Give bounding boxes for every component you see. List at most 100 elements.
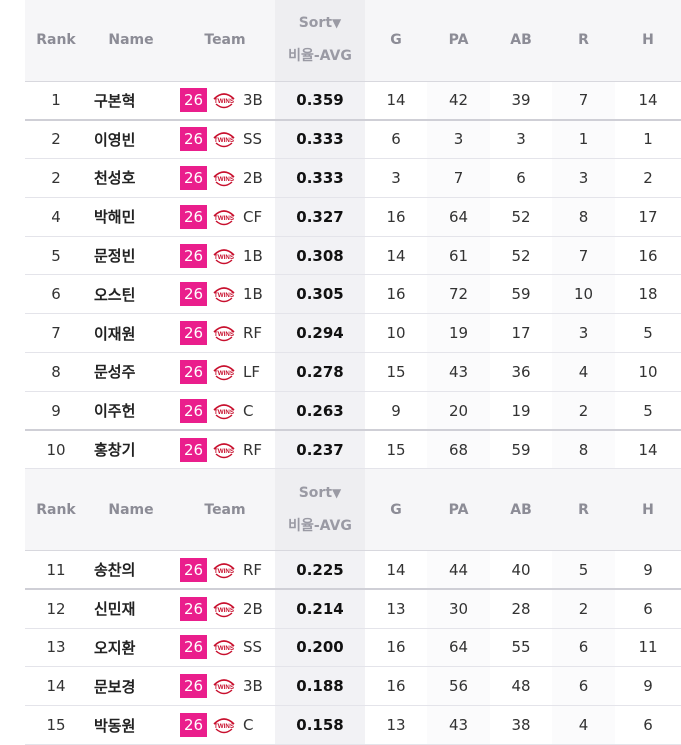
team-info: 26 TWINS 3B [175, 674, 275, 699]
player-name[interactable]: 박해민 [87, 197, 175, 237]
ab-cell: 55 [490, 628, 552, 668]
rank-cell: 4 [25, 197, 87, 237]
header-avg[interactable]: Sort▼ 비율-AVG [275, 469, 365, 551]
logo-text: TWINS [214, 607, 234, 614]
header-team: Team [175, 0, 275, 81]
rank-cell: 13 [25, 628, 87, 668]
player-name[interactable]: 홍창기 [87, 430, 175, 470]
player-row[interactable]: 2 이영빈 26 TWINS SS 0.333 6 3 3 1 1 [25, 119, 681, 160]
ab-cell: 17 [490, 313, 552, 354]
player-row[interactable]: 11 송찬의 26 TWINS RF 0.225 14 44 40 5 9 [25, 549, 681, 591]
team-cell: 26 TWINS RF [175, 313, 275, 354]
pa-cell: 64 [427, 628, 490, 668]
avg-cell: 0.333 [275, 119, 365, 160]
rank-cell: 11 [25, 549, 87, 591]
h-cell: 14 [615, 430, 681, 470]
player-row[interactable]: 7 이재원 26 TWINS RF 0.294 10 19 17 3 5 [25, 313, 681, 354]
uniform-number-badge: 26 [180, 204, 207, 229]
h-cell: 6 [615, 589, 681, 629]
player-name[interactable]: 문보경 [87, 666, 175, 707]
player-name[interactable]: 이재원 [87, 313, 175, 354]
player-row[interactable]: 12 신민재 26 TWINS 2B 0.214 13 30 28 2 6 [25, 589, 681, 629]
team-cell: 26 TWINS 2B [175, 158, 275, 198]
team-info: 26 TWINS RF [175, 437, 275, 462]
r-cell: 8 [552, 197, 615, 237]
player-row[interactable]: 8 문성주 26 TWINS LF 0.278 15 43 36 4 10 [25, 352, 681, 392]
h-cell: 5 [615, 313, 681, 354]
ab-cell: 28 [490, 589, 552, 629]
player-row[interactable]: 4 박해민 26 TWINS CF 0.327 16 64 52 8 17 [25, 197, 681, 237]
twins-logo-icon: TWINS [213, 602, 235, 618]
position-label: RF [243, 440, 263, 459]
avg-cell: 0.294 [275, 313, 365, 354]
player-name[interactable]: 신민재 [87, 589, 175, 629]
team-info: 26 TWINS SS [175, 635, 275, 660]
logo-text: TWINS [214, 98, 234, 105]
player-name[interactable]: 송찬의 [87, 549, 175, 591]
team-cell: 26 TWINS CF [175, 197, 275, 237]
r-cell: 7 [552, 80, 615, 121]
player-name[interactable]: 문정빈 [87, 236, 175, 276]
sort-label[interactable]: Sort [299, 485, 332, 501]
player-row[interactable]: 1 구본혁 26 TWINS 3B 0.359 14 42 39 7 14 [25, 80, 681, 121]
twins-logo-icon: TWINS [213, 365, 235, 381]
ab-cell: 3 [490, 119, 552, 160]
player-name[interactable]: 오지환 [87, 628, 175, 668]
uniform-number-badge: 26 [180, 713, 207, 738]
pa-cell: 7 [427, 158, 490, 198]
sort-label[interactable]: Sort [299, 15, 332, 31]
player-name[interactable]: 구본혁 [87, 80, 175, 121]
player-name[interactable]: 박동원 [87, 705, 175, 745]
header-avg[interactable]: Sort▼ 비율-AVG [275, 0, 365, 81]
player-row[interactable]: 2 천성호 26 TWINS 2B 0.333 3 7 6 3 2 [25, 158, 681, 198]
header-h: H [615, 469, 681, 551]
sort-control[interactable]: Sort▼ [275, 485, 365, 501]
avg-cell: 0.308 [275, 236, 365, 276]
pa-cell: 68 [427, 430, 490, 470]
ab-cell: 38 [490, 705, 552, 745]
table-header: Rank Name Team Sort▼ 비율-AVG G PA AB R H [25, 469, 681, 551]
avg-cell: 0.225 [275, 549, 365, 591]
logo-text: TWINS [214, 684, 234, 691]
player-row[interactable]: 13 오지환 26 TWINS SS 0.200 16 64 55 6 11 [25, 628, 681, 668]
g-cell: 14 [365, 549, 427, 591]
logo-text: TWINS [214, 331, 234, 338]
twins-logo-icon: TWINS [213, 171, 235, 187]
h-cell: 2 [615, 158, 681, 198]
player-name[interactable]: 오스틴 [87, 274, 175, 315]
sort-down-icon[interactable]: ▼ [332, 486, 341, 500]
header-pa: PA [427, 0, 490, 81]
player-row[interactable]: 5 문정빈 26 TWINS 1B 0.308 14 61 52 7 16 [25, 236, 681, 276]
h-cell: 1 [615, 119, 681, 160]
player-name[interactable]: 천성호 [87, 158, 175, 198]
r-cell: 7 [552, 236, 615, 276]
h-cell: 16 [615, 236, 681, 276]
player-row[interactable]: 14 문보경 26 TWINS 3B 0.188 16 56 48 6 9 [25, 666, 681, 707]
sort-control[interactable]: Sort▼ [275, 15, 365, 31]
team-info: 26 TWINS 1B [175, 282, 275, 307]
sort-down-icon[interactable]: ▼ [332, 16, 341, 30]
player-name[interactable]: 이영빈 [87, 119, 175, 160]
pa-cell: 30 [427, 589, 490, 629]
h-cell: 17 [615, 197, 681, 237]
uniform-number-badge: 26 [180, 282, 207, 307]
player-row[interactable]: 6 오스틴 26 TWINS 1B 0.305 16 72 59 10 18 [25, 274, 681, 315]
player-name[interactable]: 이주헌 [87, 391, 175, 432]
ab-cell: 52 [490, 236, 552, 276]
uniform-number-badge: 26 [180, 674, 207, 699]
position-label: RF [243, 560, 263, 579]
position-label: SS [243, 130, 263, 149]
player-row[interactable]: 15 박동원 26 TWINS C 0.158 13 43 38 4 6 [25, 705, 681, 745]
player-name[interactable]: 문성주 [87, 352, 175, 392]
g-cell: 16 [365, 197, 427, 237]
position-label: RF [243, 324, 263, 343]
player-row[interactable]: 10 홍창기 26 TWINS RF 0.237 15 68 59 8 14 [25, 430, 681, 470]
team-info: 26 TWINS CF [175, 204, 275, 229]
player-row[interactable]: 9 이주헌 26 TWINS C 0.263 9 20 19 2 5 [25, 391, 681, 432]
header-rank: Rank [25, 0, 87, 81]
rank-cell: 15 [25, 705, 87, 745]
rank-cell: 5 [25, 236, 87, 276]
h-cell: 10 [615, 352, 681, 392]
logo-text: TWINS [214, 409, 234, 416]
header-row: Rank Name Team Sort▼ 비율-AVG G PA AB R H [25, 0, 681, 81]
